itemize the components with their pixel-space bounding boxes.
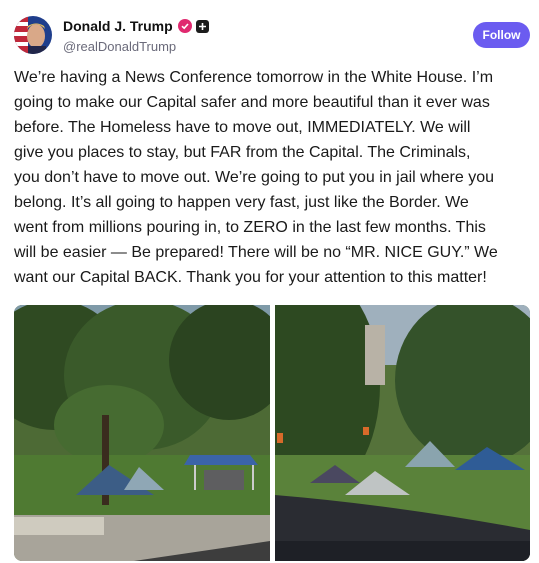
display-name[interactable]: Donald J. Trump bbox=[63, 18, 173, 34]
post-card: Donald J. Trump @realDonaldTrump Follow … bbox=[0, 0, 539, 563]
affiliation-plus-icon bbox=[195, 19, 209, 33]
verified-badge-icon bbox=[177, 19, 192, 33]
author-handle[interactable]: @realDonaldTrump bbox=[63, 39, 176, 54]
avatar[interactable] bbox=[14, 16, 52, 54]
follow-button[interactable]: Follow bbox=[473, 22, 530, 48]
photo-tents-park-left[interactable] bbox=[14, 305, 270, 561]
photo-tents-park-right[interactable] bbox=[275, 305, 530, 561]
author-name-row: Donald J. Trump bbox=[63, 18, 209, 34]
post-body-text: We’re having a News Conference tomorrow … bbox=[14, 69, 498, 286]
